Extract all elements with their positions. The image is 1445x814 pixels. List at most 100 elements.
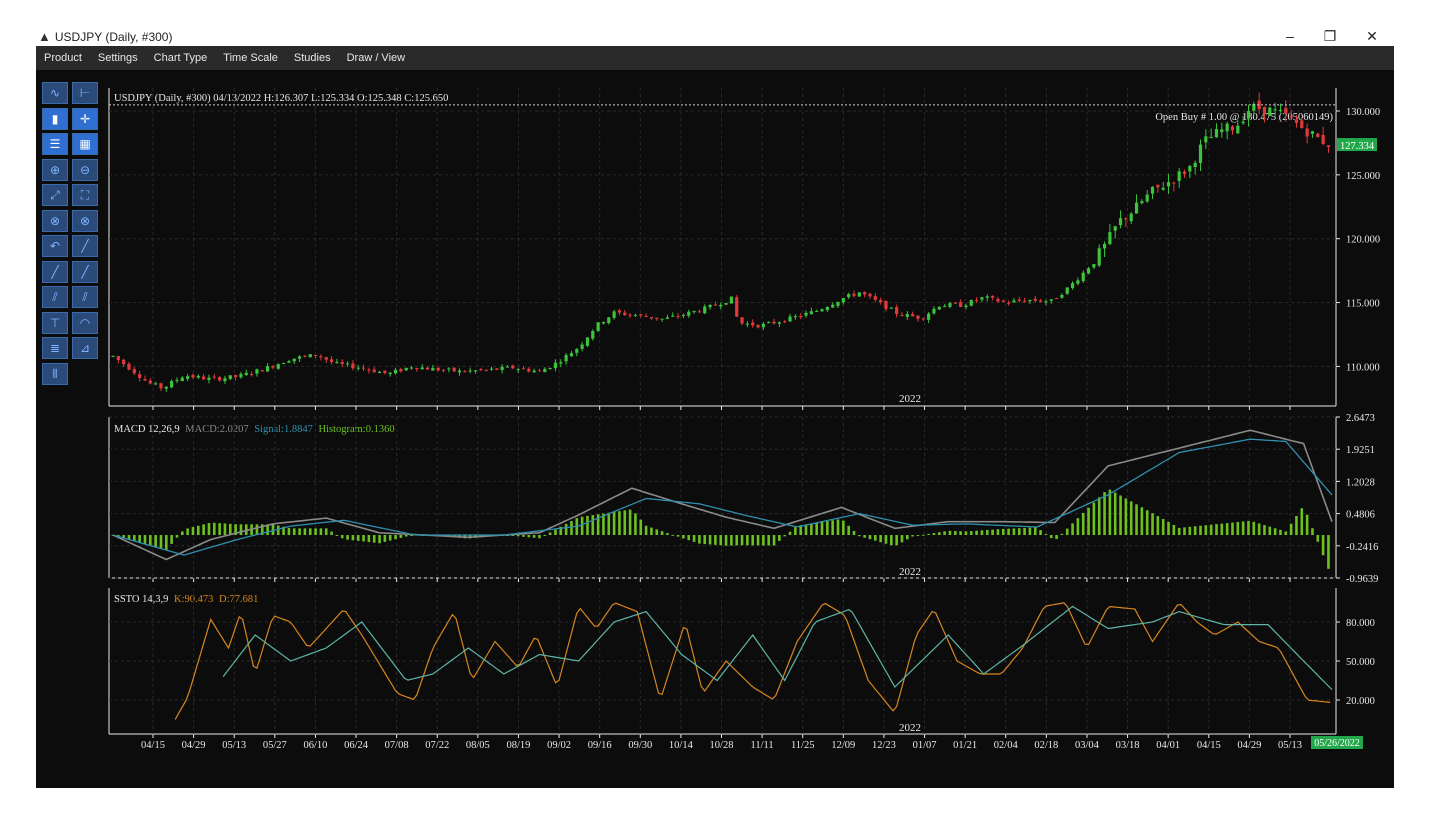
zoom-out-icon[interactable]: ⊖: [72, 158, 98, 181]
x-axis-label: 04/29: [1237, 740, 1261, 751]
horizontal-ray-icon[interactable]: ⊤: [42, 311, 68, 334]
histogram-bar: [388, 535, 392, 541]
candle-body: [990, 295, 995, 298]
histogram-bar: [1183, 527, 1186, 536]
histogram-bar: [399, 535, 403, 538]
x-axis-label: 07/08: [385, 740, 409, 751]
histogram-bar: [1113, 492, 1117, 536]
chart-area[interactable]: USDJPY (Daily, #300) 04/13/2022 H:126.30…: [0, 0, 1445, 814]
fibonacci-retracement-icon[interactable]: ≣: [42, 337, 68, 359]
histogram-bar: [207, 522, 211, 536]
last-date-tag-label: 05/26/2022: [1314, 738, 1360, 749]
candle-body: [665, 317, 670, 319]
candle-body: [703, 306, 707, 314]
candle-body: [1097, 248, 1101, 266]
zoom-fit-icon[interactable]: ⤢: [42, 184, 68, 206]
histogram-bar: [964, 531, 968, 536]
x-axis-label: 11/25: [791, 740, 815, 751]
candle-body: [473, 370, 478, 372]
histogram-bar: [660, 531, 664, 536]
delete-all-icon[interactable]: ⊗: [72, 209, 98, 232]
x-axis-label: 01/07: [913, 740, 937, 751]
ohlc-bars-icon[interactable]: ⊢: [72, 82, 98, 104]
candle-body: [1220, 129, 1224, 133]
zoom-in-icon[interactable]: ⊕: [42, 158, 68, 181]
stochastic-panel[interactable]: SSTO 14,3,9 K:90.473 D:77.681 2022: [114, 594, 921, 734]
price-axis-label: 115.000: [1346, 299, 1380, 310]
macd-header-value: MACD:2.0207: [185, 424, 248, 435]
histogram-bar: [1167, 522, 1170, 536]
candle-body: [479, 369, 483, 371]
vertical-lines-icon[interactable]: ⦀: [42, 362, 68, 385]
candle-body: [1092, 264, 1096, 268]
histogram-bar: [762, 535, 765, 546]
histogram-bar: [831, 520, 834, 536]
candle-body: [580, 344, 584, 349]
candle-body: [202, 376, 206, 380]
histogram-bar: [975, 530, 978, 536]
histogram-bar: [1321, 535, 1325, 556]
histogram-bar: [751, 535, 755, 546]
histogram-bar: [868, 535, 872, 540]
candle-body: [367, 369, 371, 371]
histogram-bar: [906, 535, 909, 540]
undo-icon[interactable]: ↶: [42, 235, 68, 257]
extended-line-icon[interactable]: ╱: [72, 260, 98, 283]
candle-body: [361, 367, 366, 369]
x-axis-label: 09/02: [547, 740, 571, 751]
candle-body: [463, 371, 467, 373]
trendline-icon[interactable]: ╱: [72, 235, 98, 257]
histogram-bar: [149, 535, 152, 546]
candle-body: [804, 312, 808, 316]
ray-icon[interactable]: ╱: [42, 260, 68, 283]
candle-body: [388, 372, 392, 375]
macd-axis-label: -0.2416: [1346, 542, 1378, 553]
candle-body: [708, 304, 712, 308]
histogram-bar: [1311, 528, 1314, 536]
histogram-bar: [1108, 489, 1112, 536]
horizontal-lines-icon[interactable]: ☰: [42, 133, 68, 155]
price-panel[interactable]: USDJPY (Daily, #300) 04/13/2022 H:126.30…: [114, 93, 1333, 405]
candle-body: [601, 322, 606, 324]
fullscreen-icon[interactable]: ⛶: [72, 184, 98, 206]
histogram-bar: [628, 509, 632, 536]
histogram-bar: [1252, 521, 1256, 536]
candle-body: [1284, 108, 1288, 114]
histogram-bar: [314, 528, 317, 536]
stoch-header-d: D:77.681: [219, 594, 258, 605]
line-chart-icon[interactable]: ∿: [42, 82, 68, 104]
grid-dots-icon[interactable]: ▦: [72, 133, 98, 155]
histogram-bar: [1300, 508, 1304, 536]
candle-body: [1326, 145, 1331, 147]
x-axis-label: 04/15: [141, 740, 165, 751]
crosshair-icon[interactable]: ✛: [72, 107, 98, 130]
delete-drawing-icon[interactable]: ⊗: [42, 209, 68, 232]
x-axis-label: 11/11: [751, 740, 774, 751]
macd-panel[interactable]: MACD 12,26,9 MACD:2.0207 Signal:1.8847 H…: [114, 424, 921, 578]
candle-body: [985, 296, 989, 298]
candle-body: [815, 310, 819, 312]
candle-body: [303, 355, 307, 357]
x-axis-label: 02/18: [1034, 740, 1058, 751]
histogram-bar: [1193, 526, 1197, 536]
candle-body: [1086, 268, 1091, 274]
histogram-bar: [1071, 523, 1074, 536]
parallel-lines-icon[interactable]: ⫽: [72, 286, 98, 308]
candle-body: [324, 357, 328, 360]
candle-body: [564, 355, 568, 362]
candle-body: [1273, 109, 1277, 111]
x-axis-label: 06/10: [303, 740, 327, 751]
histogram-bar: [1156, 516, 1160, 536]
candle-body: [196, 375, 200, 378]
candle-body: [831, 304, 835, 308]
candlestick-icon[interactable]: ▮: [42, 107, 68, 130]
histogram-bar: [650, 527, 653, 536]
gann-fan-icon[interactable]: ⊿: [72, 337, 98, 359]
fibonacci-arc-icon[interactable]: ◠: [72, 311, 98, 334]
candle-body: [612, 311, 616, 318]
histogram-bar: [1119, 495, 1122, 536]
histogram-bar: [1060, 533, 1064, 536]
macd-year-label: 2022: [899, 566, 921, 578]
histogram-bar: [985, 529, 989, 536]
channel-icon[interactable]: ⫽: [42, 286, 68, 308]
